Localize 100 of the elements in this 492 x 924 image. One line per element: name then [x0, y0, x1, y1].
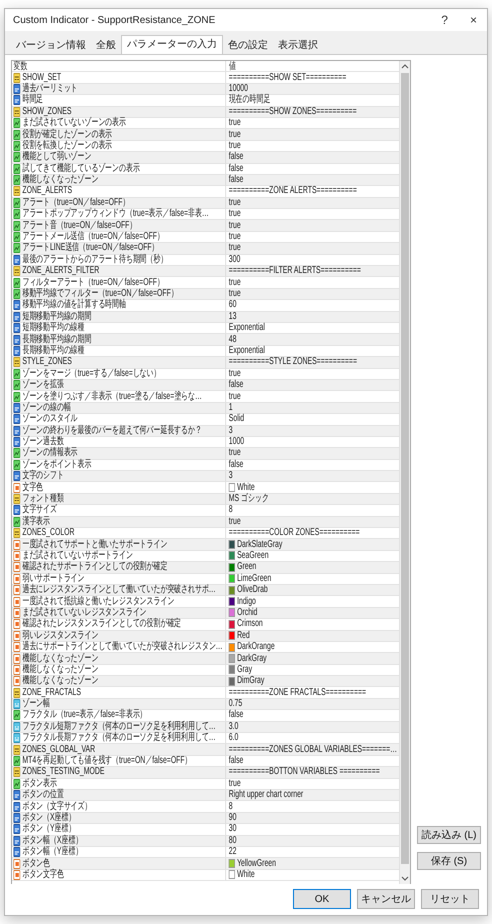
- parameter-value: 300: [228, 254, 240, 265]
- parameter-name: 最後のアラートからのアラート待ち期間（秒）: [22, 254, 168, 265]
- parameter-value: 90: [228, 812, 236, 823]
- parameter-value: true: [228, 278, 241, 288]
- parameter-name: 移動平均線の値を計算する時間軸: [22, 300, 126, 310]
- parameter-name: フォント種類: [22, 494, 64, 504]
- parameter-value: true: [228, 140, 241, 151]
- parameter-name: 役割が確定したゾーンの表示: [22, 130, 112, 140]
- tab[interactable]: パラメーターの入力: [121, 35, 223, 54]
- parameter-value: true: [228, 368, 241, 379]
- parameter-value: true: [228, 289, 241, 299]
- parameter-value: LimeGreen: [237, 574, 272, 584]
- parameter-value: SeaGreen: [237, 550, 269, 561]
- parameter-name: 過去バーリミット: [22, 84, 78, 94]
- parameter-name: フラクタル短期ファクタ（何本のローソク足を利用利用して…: [22, 722, 216, 732]
- parameter-name: フィルターアラート（true=ON／false=OFF）: [22, 278, 164, 288]
- parameter-name: ZONES_COLOR: [22, 528, 75, 538]
- parameter-value: Orchid: [237, 608, 258, 618]
- parameter-name: 弱いサポートライン: [22, 574, 84, 584]
- text-type-icon: [13, 186, 20, 196]
- parameter-name: ZONE_ALERTS: [22, 186, 72, 196]
- close-button[interactable]: ×: [464, 13, 483, 27]
- toggle-type-icon: [13, 516, 20, 527]
- parameter-value: 1000: [228, 437, 244, 448]
- text-type-icon: [13, 767, 20, 778]
- parameter-value: false: [228, 175, 244, 186]
- parameter-name: 役割を転換したゾーンの表示: [22, 140, 112, 151]
- parameter-name: 短期移動平均の線種: [22, 323, 84, 334]
- parameter-name: ゾーンのスタイル: [22, 414, 78, 424]
- help-button[interactable]: ?: [435, 13, 454, 27]
- dialog-button[interactable]: キャンセル: [357, 889, 415, 909]
- parameter-value: 22: [228, 847, 236, 858]
- text-type-icon: [13, 494, 20, 504]
- parameter-name: ボタン幅（X座標）: [22, 836, 82, 846]
- parameter-name: 確認されたレジスタンスラインとしての役割が確定: [22, 619, 182, 630]
- parameter-name: ボタン表示: [22, 778, 57, 789]
- parameter-value: 3: [228, 471, 233, 482]
- column-header[interactable]: 値: [225, 61, 400, 72]
- parameter-name: 機能しなくなったゾーン: [22, 654, 98, 664]
- parameter-name: ボタン色: [22, 858, 50, 869]
- toggle-type-icon: [13, 756, 20, 766]
- toggle-type-icon: [13, 778, 20, 789]
- parameter-name: アラート（true=ON／false=OFF）: [22, 198, 130, 208]
- parameter-value: true: [228, 130, 241, 140]
- parameter-name: フラクタル（true=表示／false=非表示）: [22, 710, 147, 720]
- scroll-up-icon[interactable]: [401, 63, 410, 69]
- parameter-value: White: [237, 482, 255, 493]
- parameter-value: false: [228, 380, 244, 390]
- parameter-name: ZONE_ALERTS_FILTER: [22, 266, 100, 276]
- parameter-name: フラクタル長期ファクタ（何本のローソク足を利用利用して…: [22, 733, 216, 744]
- parameter-value: 8: [228, 505, 233, 516]
- parameter-value: 48: [228, 334, 236, 345]
- parameter-value: false: [228, 756, 244, 766]
- parameter-name: ZONE_FRACTALS: [22, 688, 81, 698]
- side-button[interactable]: 読み込み (L): [417, 826, 481, 844]
- dialog-button[interactable]: OK: [293, 889, 351, 909]
- parameter-name: ゾーンをマージ（true=する／false=しない）: [22, 368, 160, 379]
- parameter-value: false: [228, 164, 244, 174]
- parameter-name: ゾーン幅: [22, 699, 50, 710]
- parameter-name: 機能しなくなったゾーン: [22, 676, 98, 686]
- side-button[interactable]: 保存 (S): [417, 852, 481, 870]
- parameter-name: ゾーンの終わりを最後のバーを超えて何バー延長するか？: [22, 426, 202, 436]
- parameter-name: ゾーンの線の幅: [22, 402, 71, 413]
- parameter-value: ==========BOTTON VARIABLES ==========: [228, 767, 380, 778]
- parameter-value: 10000: [228, 84, 248, 94]
- parameter-value: White: [237, 870, 255, 880]
- scrollbar[interactable]: [399, 61, 410, 884]
- parameter-name: まだ試されていないレジスタンスライン: [22, 608, 147, 618]
- parameter-value: 80: [228, 836, 236, 846]
- text-type-icon: [13, 266, 20, 276]
- parameter-value: Green: [237, 562, 256, 572]
- parameter-name: ゾーンをポイント表示: [22, 460, 92, 470]
- parameter-name: 一度試されてサポートと働いたサポートライン: [22, 540, 168, 550]
- parameter-value: DarkSlateGray: [237, 540, 282, 550]
- column-header[interactable]: 変数: [12, 61, 226, 72]
- parameter-name: ZONES_GLOBAL_VAR: [22, 744, 96, 755]
- parameter-name: 文字のシフト: [22, 471, 64, 482]
- dialog-button[interactable]: リセット: [421, 889, 479, 909]
- parameter-name: 長期移動平均線の期間: [22, 334, 92, 345]
- parameter-name: 長期移動平均の線種: [22, 346, 84, 356]
- parameter-name: ゾーン過去数: [22, 437, 64, 448]
- scroll-down-icon[interactable]: [401, 876, 410, 882]
- parameter-value: 0.75: [228, 699, 242, 710]
- parameter-value: true: [228, 118, 241, 128]
- scrollbar-thumb[interactable]: [401, 73, 409, 864]
- parameter-value: false: [228, 460, 244, 470]
- parameter-value: 3.0: [228, 722, 238, 732]
- parameter-value: 30: [228, 824, 236, 834]
- parameter-name: アラートポップアップウィンドウ（true=表示／false=非表…: [22, 209, 209, 220]
- parameter-value: true: [228, 243, 241, 254]
- text-type-icon: [13, 106, 20, 117]
- parameter-value: ==========SHOW ZONES==========: [228, 106, 357, 117]
- parameter-value: Exponential: [228, 323, 265, 334]
- parameter-value: MS ゴシック: [228, 494, 269, 504]
- parameter-name: 機能として弱いゾーン: [22, 152, 92, 162]
- parameter-name: 一度試されて抵抗線と働いたレジスタンスライン: [22, 596, 174, 607]
- parameter-name: アラート音（true=ON／false=OFF）: [22, 220, 136, 231]
- window-title: Custom Indicator - SupportResistance_ZONE: [13, 14, 216, 26]
- parameter-name: ボタン（Y座標）: [22, 824, 76, 834]
- parameter-value: OliveDrab: [237, 585, 268, 596]
